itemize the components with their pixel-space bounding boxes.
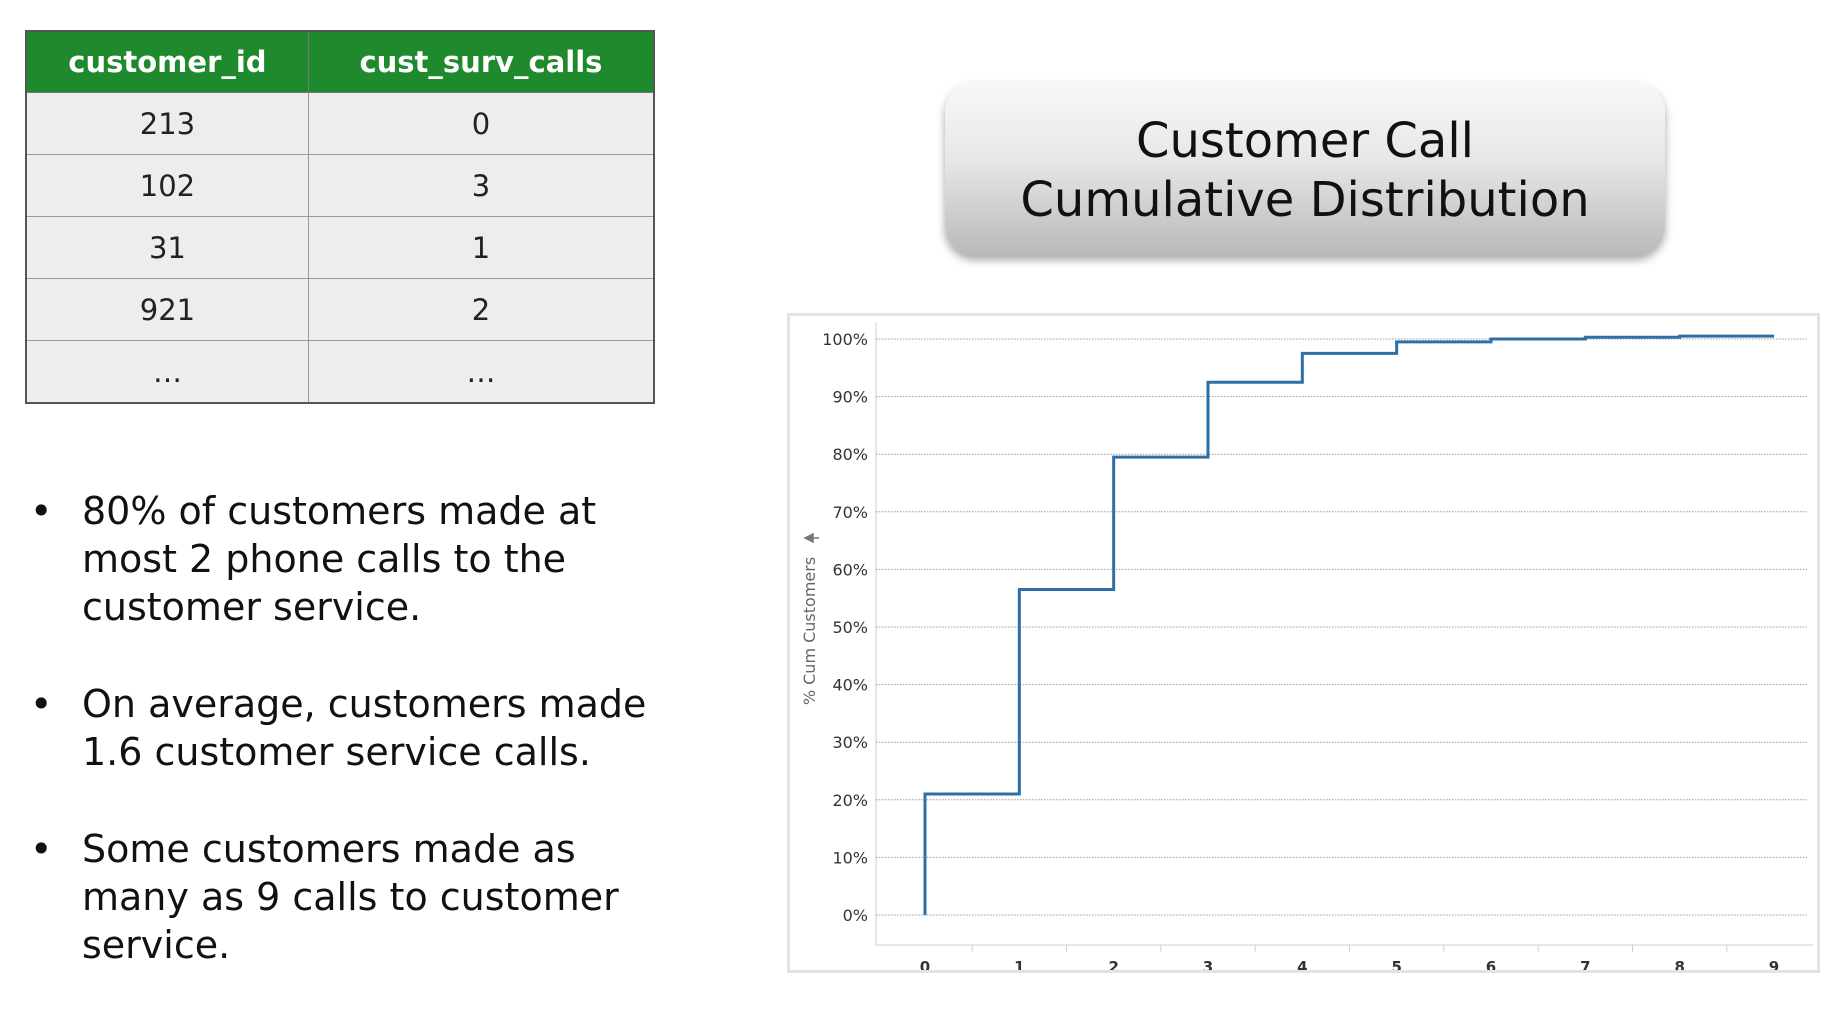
cumulative-distribution-chart: 0% 10% 20% 30% 40% 50% 60% 70% 80% 90% 100% 0 1 2 3 4 5 6…	[800, 322, 1813, 970]
pin-icon	[803, 532, 819, 544]
y-tick-label: 40%	[832, 676, 868, 695]
chart-title-box: Customer Call Cumulative Distribution	[945, 82, 1665, 255]
x-tick-label: 5	[1391, 958, 1401, 970]
cell-calls: 0	[307, 92, 655, 155]
x-tick-label: 7	[1580, 958, 1590, 970]
y-tick-label: 20%	[832, 791, 868, 810]
cumulative-step-line	[923, 334, 1774, 915]
y-tick-label: 100%	[822, 330, 868, 349]
y-tick-label: 70%	[832, 503, 868, 522]
y-tick-label: 80%	[832, 445, 868, 464]
cell-calls: 3	[307, 154, 655, 217]
cell-ellipsis: …	[25, 340, 309, 404]
table-row: … …	[25, 340, 655, 404]
y-tick-label: 90%	[832, 388, 868, 407]
x-tick-label: 1	[1014, 958, 1024, 970]
bullet-item: • Some customers made as many as 9 calls …	[30, 825, 650, 969]
chart-title: Customer Call Cumulative Distribution	[1020, 112, 1590, 228]
y-tick-label: 10%	[832, 848, 868, 867]
bullet-text: On average, customers made 1.6 customer …	[82, 682, 647, 774]
x-tick-label: 8	[1674, 958, 1684, 970]
table-header-row: customer_id cust_surv_calls	[25, 30, 655, 93]
findings-list: • 80% of customers made at most 2 phone c…	[30, 487, 650, 1018]
table-row: 31 1	[25, 216, 655, 279]
x-tick-label: 2	[1108, 958, 1118, 970]
cell-customer-id: 213	[25, 92, 309, 155]
x-tick-label: 6	[1486, 958, 1496, 970]
x-tick-label: 0	[920, 958, 930, 970]
x-tick-label: 9	[1769, 958, 1779, 970]
bullet-text: 80% of customers made at most 2 phone ca…	[82, 489, 597, 629]
y-tick-label: 50%	[832, 618, 868, 637]
y-tick-label: 0%	[843, 906, 868, 925]
table-row: 102 3	[25, 154, 655, 217]
y-tick-label: 60%	[832, 560, 868, 579]
cell-customer-id: 102	[25, 154, 309, 217]
cell-customer-id: 921	[25, 278, 309, 341]
bullet-dot: •	[30, 489, 53, 533]
table-row: 213 0	[25, 92, 655, 155]
y-tick-label: 30%	[832, 733, 868, 752]
x-tick-label: 4	[1297, 958, 1307, 970]
bullet-dot: •	[30, 827, 53, 871]
cell-calls: 2	[307, 278, 655, 341]
cell-calls: 1	[307, 216, 655, 279]
cell-customer-id: 31	[25, 216, 309, 279]
chart-panel: 0% 10% 20% 30% 40% 50% 60% 70% 80% 90% 100% 0 1 2 3 4 5 6…	[787, 313, 1820, 973]
bullet-item: • On average, customers made 1.6 customer…	[30, 680, 650, 776]
cell-ellipsis: …	[307, 340, 655, 404]
bullet-text: Some customers made as many as 9 calls t…	[82, 827, 619, 967]
customer-calls-table: customer_id cust_surv_calls 213 0 102 3 …	[25, 30, 655, 404]
table-row: 921 2	[25, 278, 655, 341]
y-axis-label: % Cum Customers	[800, 557, 819, 705]
x-tick-label: 3	[1203, 958, 1213, 970]
bullet-dot: •	[30, 682, 53, 726]
column-header-cust-surv-calls: cust_surv_calls	[307, 30, 655, 93]
column-header-customer-id: customer_id	[25, 30, 309, 93]
bullet-item: • 80% of customers made at most 2 phone c…	[30, 487, 650, 631]
